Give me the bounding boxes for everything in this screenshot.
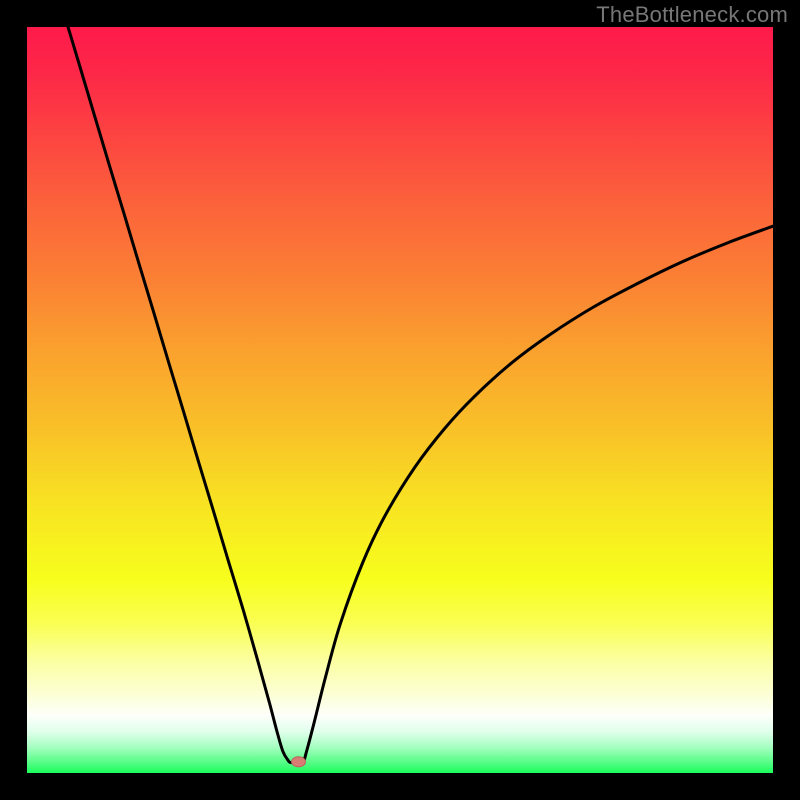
chart-frame: TheBottleneck.com (0, 0, 800, 800)
plot-area (27, 27, 773, 773)
bottleneck-curve-chart (27, 27, 773, 773)
attribution-label: TheBottleneck.com (596, 2, 788, 28)
optimal-point-marker (292, 757, 306, 767)
gradient-background (27, 27, 773, 773)
